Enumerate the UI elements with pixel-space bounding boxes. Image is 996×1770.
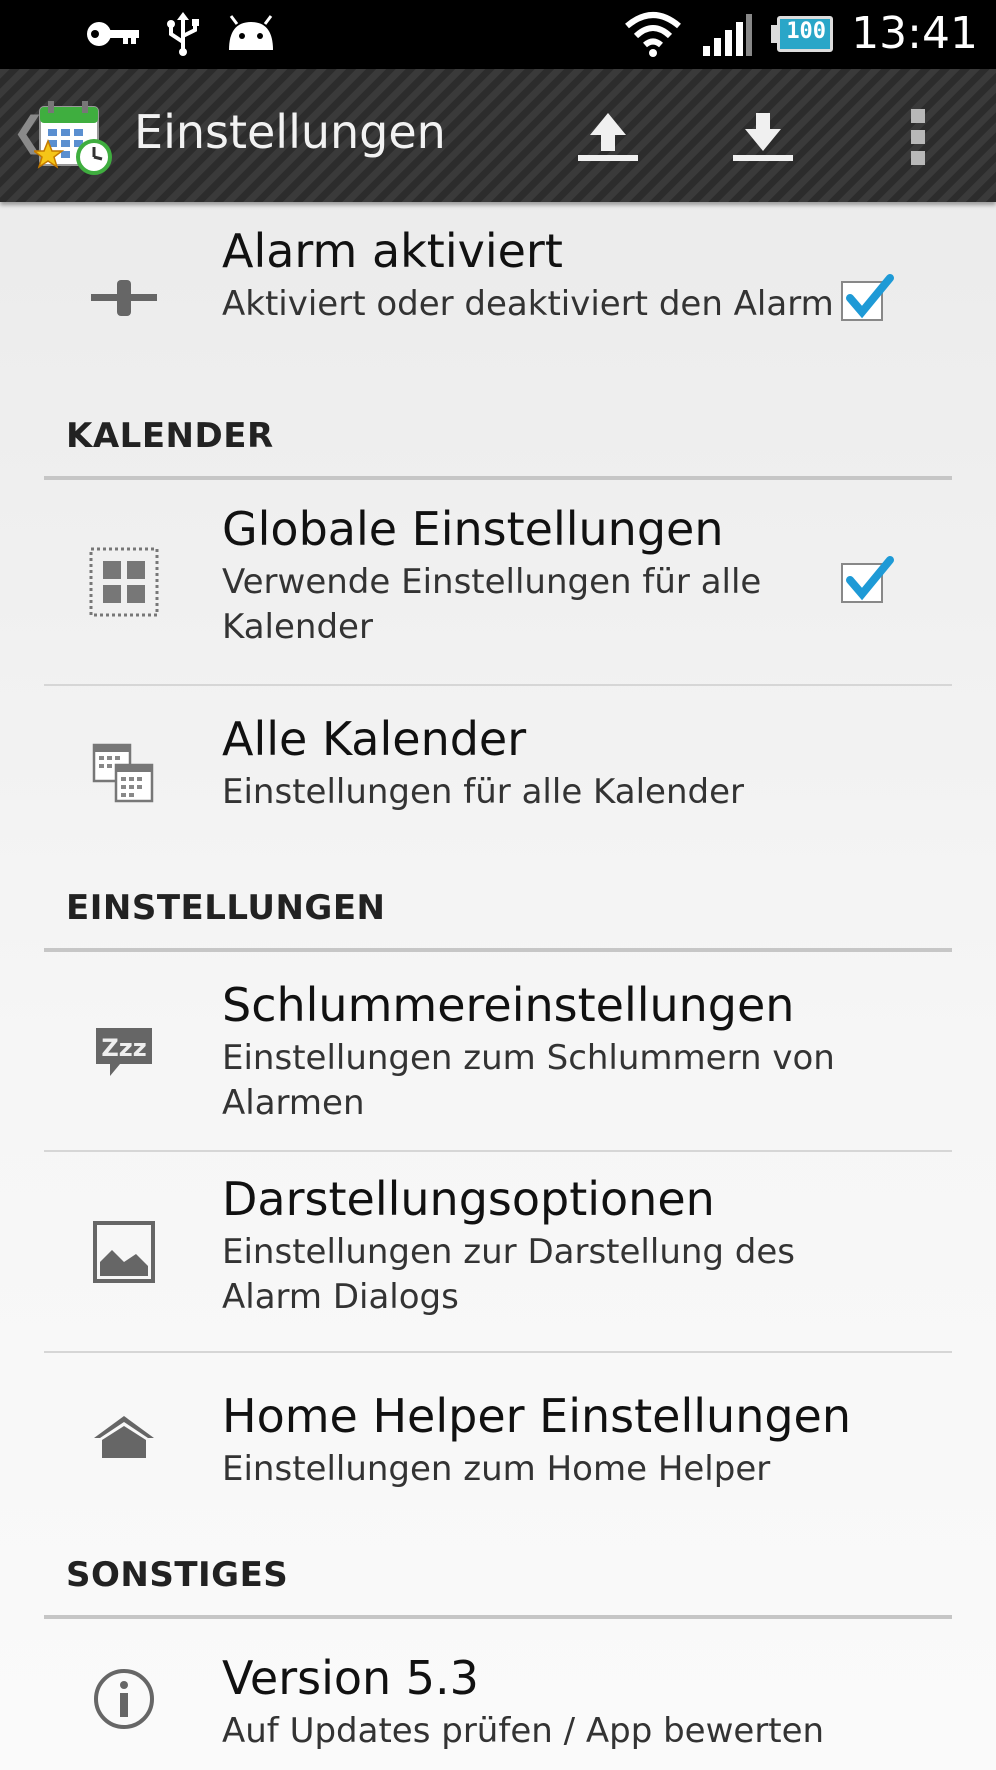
pref-global-settings[interactable]: Globale Einstellungen Verwende Einstellu… <box>44 480 952 684</box>
download-button[interactable] <box>723 97 803 177</box>
pref-snooze-settings[interactable]: Zzz Schlummereinstellungen Einstellungen… <box>44 952 952 1150</box>
upload-icon <box>578 113 638 161</box>
home-icon <box>84 1397 164 1477</box>
overflow-menu-button[interactable] <box>878 97 958 177</box>
section-header-label: EINSTELLUNGEN <box>66 888 386 928</box>
upload-button[interactable] <box>568 97 648 177</box>
download-icon <box>733 113 793 161</box>
pref-version[interactable]: Version 5.3 Auf Updates prüfen / App bew… <box>44 1619 952 1759</box>
pref-title: Globale Einstellungen <box>222 502 724 556</box>
signal-icon <box>703 14 753 56</box>
info-icon <box>84 1659 164 1739</box>
pref-alarm-enabled[interactable]: Alarm aktiviert Aktiviert oder deaktivie… <box>44 202 952 382</box>
pref-summary: Einstellungen zur Darstellung des Alarm … <box>222 1232 796 1317</box>
pref-summary: Einstellungen für alle Kalender <box>222 772 744 812</box>
wifi-icon <box>625 12 682 57</box>
app-calendar-icon[interactable] <box>31 97 120 177</box>
pref-summary: Auf Updates prüfen / App bewerten <box>222 1711 825 1751</box>
section-header-label: KALENDER <box>66 416 274 456</box>
global-settings-checkbox[interactable] <box>840 556 894 606</box>
pref-title: Home Helper Einstellungen <box>222 1389 851 1443</box>
pref-title: Alarm aktiviert <box>222 224 563 278</box>
pref-title: Version 5.3 <box>222 1651 479 1705</box>
zzz-icon: Zzz <box>84 1012 164 1092</box>
pref-all-calendars[interactable]: Alle Kalender Einstellungen für alle Kal… <box>44 686 952 854</box>
grid-icon <box>84 542 164 622</box>
calendars-icon <box>84 732 164 812</box>
pref-title: Darstellungsoptionen <box>222 1172 715 1226</box>
pref-summary: Einstellungen zum Schlummern von Alarmen <box>222 1038 835 1123</box>
action-bar: ❮ Einstellungen <box>0 69 996 202</box>
status-bar: 100 13:41 <box>0 0 996 69</box>
pref-title: Schlummereinstellungen <box>222 978 795 1032</box>
pref-display-options[interactable]: Darstellungsoptionen Einstellungen zur D… <box>44 1152 952 1351</box>
pref-summary: Verwende Einstellungen für alle Kalender <box>222 562 762 647</box>
pref-summary: Aktiviert oder deaktiviert den Alarm <box>222 284 834 324</box>
pref-home-helper[interactable]: Home Helper Einstellungen Einstellungen … <box>44 1353 952 1521</box>
section-header-sonstiges: SONSTIGES <box>44 1521 952 1615</box>
status-bar-system: 100 13:41 <box>623 8 978 60</box>
preferences-list: Alarm aktiviert Aktiviert oder deaktivie… <box>0 202 996 1759</box>
android-icon <box>229 15 273 50</box>
section-header-label: SONSTIGES <box>66 1555 289 1595</box>
battery-icon: 100 <box>771 16 834 52</box>
pref-title: Alle Kalender <box>222 712 527 766</box>
overflow-menu-icon <box>911 109 925 165</box>
section-header-einstellungen: EINSTELLUNGEN <box>44 854 952 948</box>
status-clock: 13:41 <box>851 8 978 59</box>
section-header-kalender: KALENDER <box>44 382 952 476</box>
key-icon <box>87 22 139 46</box>
status-bar-notifications <box>85 12 277 56</box>
image-icon <box>84 1212 164 1292</box>
svg-text:Zzz: Zzz <box>101 1034 146 1062</box>
alarm-enabled-checkbox[interactable] <box>840 274 894 324</box>
usb-icon <box>167 12 199 56</box>
page-title: Einstellungen <box>134 105 446 159</box>
switch-icon <box>84 258 164 338</box>
battery-level: 100 <box>786 19 827 44</box>
pref-summary: Einstellungen zum Home Helper <box>222 1449 771 1489</box>
